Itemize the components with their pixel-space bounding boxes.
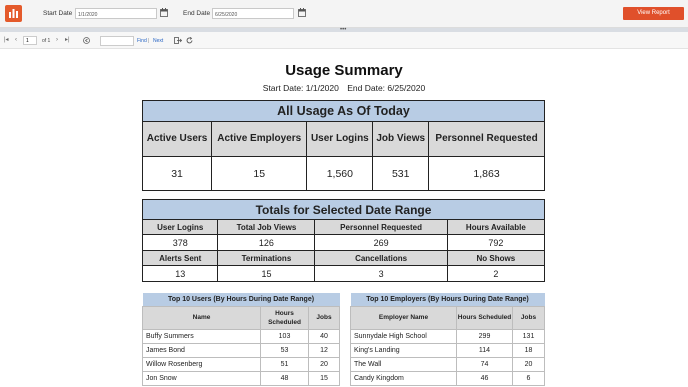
jobs-cell: 12	[308, 342, 340, 358]
jobs-cell: 40	[308, 328, 340, 344]
hours-cell: 48	[260, 370, 309, 386]
table-row: Candy Kingdom 46 6	[350, 370, 545, 386]
stat-value: 269	[314, 234, 448, 251]
jobs-cell: 20	[512, 356, 545, 372]
table-row: King's Landing 114 18	[350, 342, 545, 358]
column-header: Hours Available	[446, 219, 546, 235]
table-row: James Bond 53 12	[142, 342, 340, 358]
column-header: Cancellations	[314, 250, 448, 266]
column-header: Hours Scheduled	[260, 305, 309, 330]
column-header: Alerts Sent	[141, 250, 219, 266]
totals-table: Totals for Selected Date Range User Logi…	[141, 199, 546, 282]
jobs-cell: 131	[512, 328, 545, 344]
table-row: Jon Snow 48 15	[142, 370, 340, 386]
employer-name: Candy Kingdom	[350, 370, 457, 386]
report-date-range: Start Date: 1/1/2020 End Date: 6/25/2020	[0, 83, 688, 93]
hours-cell: 103	[260, 328, 309, 344]
hours-cell: 53	[260, 342, 309, 358]
page-count-text: of 1	[42, 38, 51, 44]
column-header: User Logins	[306, 121, 374, 157]
start-date-label: Start Date	[43, 10, 73, 17]
hours-cell: 114	[456, 342, 513, 358]
jobs-cell: 18	[512, 342, 545, 358]
end-date-label: End Date	[183, 10, 211, 17]
report-title: Usage Summary	[285, 62, 403, 79]
column-header: Terminations	[217, 250, 316, 266]
find-input[interactable]	[100, 36, 134, 46]
all-usage-header: All Usage As Of Today	[142, 100, 545, 122]
parameter-bar: Start Date End Date View Report	[0, 0, 688, 28]
column-header: Jobs	[308, 305, 340, 330]
stat-value: 126	[217, 234, 316, 251]
previous-page-icon[interactable]: ‹	[15, 36, 17, 44]
column-header: Total Job Views	[217, 219, 316, 235]
stat-value: 15	[217, 265, 316, 282]
report-end-date: End Date: 6/25/2020	[347, 83, 426, 93]
column-header: Active Employers	[211, 121, 308, 157]
stat-value: 792	[446, 234, 546, 251]
last-page-icon[interactable]: ▸|	[65, 36, 70, 44]
column-header: No Shows	[446, 250, 546, 266]
stat-value: 15	[211, 156, 308, 191]
hours-cell: 74	[456, 356, 513, 372]
start-date-input[interactable]	[75, 8, 157, 19]
top-users-header: Top 10 Users (By Hours During Date Range…	[142, 293, 340, 306]
report-start-date: Start Date: 1/1/2020	[262, 83, 339, 93]
jobs-cell: 6	[512, 370, 545, 386]
find-separator: |	[148, 38, 150, 44]
hours-cell: 51	[260, 356, 309, 372]
calendar-icon[interactable]	[298, 8, 306, 17]
app-logo-icon	[5, 5, 22, 22]
calendar-icon[interactable]	[160, 8, 168, 17]
all-usage-table: All Usage As Of Today Active Users Activ…	[141, 100, 545, 191]
find-link[interactable]: Find	[137, 38, 147, 44]
table-row: The Wall 74 20	[350, 356, 545, 372]
column-header: Jobs	[512, 305, 545, 330]
next-page-icon[interactable]: ›	[56, 36, 58, 44]
user-name: James Bond	[142, 342, 261, 358]
user-name: Buffy Summers	[142, 328, 261, 344]
employer-name: The Wall	[350, 356, 457, 372]
view-report-button[interactable]: View Report	[623, 7, 684, 20]
stat-value: 531	[372, 156, 430, 191]
column-header: Employer Name	[350, 305, 457, 330]
top-employers-table: Top 10 Employers (By Hours During Date R…	[350, 293, 545, 386]
jobs-cell: 15	[308, 370, 340, 386]
export-icon[interactable]	[174, 37, 182, 44]
table-row: Sunnydale High School 299 131	[350, 328, 545, 344]
column-header: Name	[142, 305, 261, 330]
top-users-table: Top 10 Users (By Hours During Date Range…	[142, 293, 340, 386]
end-date-input[interactable]	[212, 8, 294, 19]
employer-name: King's Landing	[350, 342, 457, 358]
back-icon[interactable]	[83, 37, 90, 44]
hours-cell: 46	[456, 370, 513, 386]
totals-header: Totals for Selected Date Range	[142, 199, 545, 220]
hours-cell: 299	[456, 328, 513, 344]
first-page-icon[interactable]: |◂	[4, 36, 9, 44]
page-number-input[interactable]	[23, 36, 37, 45]
stat-value: 13	[141, 265, 219, 282]
column-header: Personnel Requested	[428, 121, 545, 157]
next-link[interactable]: Next	[153, 38, 163, 44]
table-row: Willow Rosenberg 51 20	[142, 356, 340, 372]
top-employers-header: Top 10 Employers (By Hours During Date R…	[350, 293, 545, 306]
table-row: Buffy Summers 103 40	[142, 328, 340, 344]
user-name: Jon Snow	[142, 370, 261, 386]
column-header: Job Views	[372, 121, 430, 157]
refresh-icon[interactable]	[186, 37, 193, 44]
stat-value: 1,863	[428, 156, 545, 191]
employer-name: Sunnydale High School	[350, 328, 457, 344]
stat-value: 1,560	[306, 156, 374, 191]
stat-value: 3	[314, 265, 448, 282]
column-header: Personnel Requested	[314, 219, 448, 235]
jobs-cell: 20	[308, 356, 340, 372]
user-name: Willow Rosenberg	[142, 356, 261, 372]
column-header: Hours Scheduled	[456, 305, 513, 330]
stat-value: 2	[446, 265, 546, 282]
stat-value: 378	[141, 234, 219, 251]
column-header: Active Users	[141, 121, 213, 157]
column-header: User Logins	[141, 219, 219, 235]
stat-value: 31	[141, 156, 213, 191]
